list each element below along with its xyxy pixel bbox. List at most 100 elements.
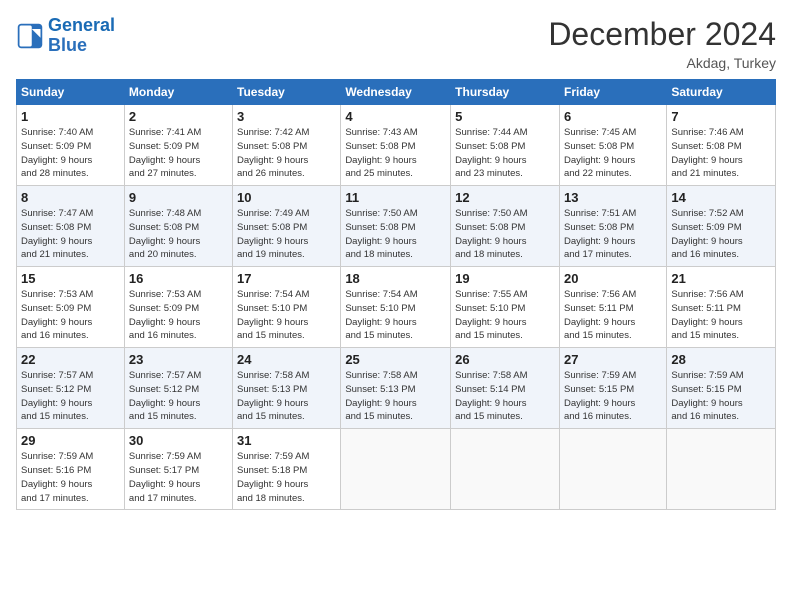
day-info: Sunrise: 7:50 AM Sunset: 5:08 PM Dayligh… xyxy=(455,207,555,262)
calendar-cell: 2Sunrise: 7:41 AM Sunset: 5:09 PM Daylig… xyxy=(124,105,232,186)
day-info: Sunrise: 7:56 AM Sunset: 5:11 PM Dayligh… xyxy=(671,288,771,343)
calendar-cell: 16 Sunrise: 7:53 AM Sunset: 5:09 PM Dayli… xyxy=(124,267,232,348)
calendar-cell: 15 Sunrise: 7:53 AM Sunset: 5:09 PM Dayli… xyxy=(17,267,125,348)
calendar-header-day: Saturday xyxy=(667,80,776,105)
day-info: Sunrise: 7:56 AM Sunset: 5:11 PM Dayligh… xyxy=(564,288,662,343)
day-number: 15 xyxy=(21,271,120,286)
calendar-cell xyxy=(341,429,451,510)
calendar-week-row: 1Sunrise: 7:40 AM Sunset: 5:09 PM Daylig… xyxy=(17,105,776,186)
calendar-cell: 9 Sunrise: 7:48 AM Sunset: 5:08 PM Daylig… xyxy=(124,186,232,267)
calendar-cell: 4 Sunrise: 7:43 AM Sunset: 5:08 PM Daylig… xyxy=(341,105,451,186)
calendar-week-row: 8 Sunrise: 7:47 AM Sunset: 5:08 PM Daylig… xyxy=(17,186,776,267)
day-number: 7 xyxy=(671,109,771,124)
day-number: 29 xyxy=(21,433,120,448)
day-info: Sunrise: 7:42 AM Sunset: 5:08 PM Dayligh… xyxy=(237,126,336,181)
day-number: 27 xyxy=(564,352,662,367)
calendar-cell: 1Sunrise: 7:40 AM Sunset: 5:09 PM Daylig… xyxy=(17,105,125,186)
calendar-week-row: 15 Sunrise: 7:53 AM Sunset: 5:09 PM Dayli… xyxy=(17,267,776,348)
calendar-header-row: SundayMondayTuesdayWednesdayThursdayFrid… xyxy=(17,80,776,105)
day-info: Sunrise: 7:49 AM Sunset: 5:08 PM Dayligh… xyxy=(237,207,336,262)
day-info: Sunrise: 7:59 AM Sunset: 5:17 PM Dayligh… xyxy=(129,450,228,505)
day-number: 26 xyxy=(455,352,555,367)
day-number: 16 xyxy=(129,271,228,286)
day-number: 31 xyxy=(237,433,336,448)
calendar-cell: 10Sunrise: 7:49 AM Sunset: 5:08 PM Dayli… xyxy=(233,186,341,267)
day-number: 22 xyxy=(21,352,120,367)
calendar-header-day: Wednesday xyxy=(341,80,451,105)
day-info: Sunrise: 7:43 AM Sunset: 5:08 PM Dayligh… xyxy=(345,126,446,181)
calendar-cell: 13Sunrise: 7:51 AM Sunset: 5:08 PM Dayli… xyxy=(559,186,666,267)
day-info: Sunrise: 7:59 AM Sunset: 5:16 PM Dayligh… xyxy=(21,450,120,505)
day-number: 6 xyxy=(564,109,662,124)
calendar-cell: 3 Sunrise: 7:42 AM Sunset: 5:08 PM Daylig… xyxy=(233,105,341,186)
day-number: 11 xyxy=(345,190,446,205)
calendar-header-day: Tuesday xyxy=(233,80,341,105)
calendar-cell: 12 Sunrise: 7:50 AM Sunset: 5:08 PM Dayli… xyxy=(451,186,560,267)
day-info: Sunrise: 7:53 AM Sunset: 5:09 PM Dayligh… xyxy=(21,288,120,343)
calendar-cell: 11 Sunrise: 7:50 AM Sunset: 5:08 PM Dayli… xyxy=(341,186,451,267)
calendar-cell: 27 Sunrise: 7:59 AM Sunset: 5:15 PM Dayli… xyxy=(559,348,666,429)
calendar-cell: 7 Sunrise: 7:46 AM Sunset: 5:08 PM Daylig… xyxy=(667,105,776,186)
calendar-cell: 28Sunrise: 7:59 AM Sunset: 5:15 PM Dayli… xyxy=(667,348,776,429)
calendar-cell: 31 Sunrise: 7:59 AM Sunset: 5:18 PM Dayli… xyxy=(233,429,341,510)
day-info: Sunrise: 7:45 AM Sunset: 5:08 PM Dayligh… xyxy=(564,126,662,181)
calendar-week-row: 29 Sunrise: 7:59 AM Sunset: 5:16 PM Dayli… xyxy=(17,429,776,510)
day-number: 2 xyxy=(129,109,228,124)
logo-line2: Blue xyxy=(48,35,87,55)
day-info: Sunrise: 7:54 AM Sunset: 5:10 PM Dayligh… xyxy=(345,288,446,343)
day-info: Sunrise: 7:54 AM Sunset: 5:10 PM Dayligh… xyxy=(237,288,336,343)
day-number: 12 xyxy=(455,190,555,205)
day-number: 8 xyxy=(21,190,120,205)
day-number: 4 xyxy=(345,109,446,124)
calendar-cell: 25 Sunrise: 7:58 AM Sunset: 5:13 PM Dayli… xyxy=(341,348,451,429)
day-info: Sunrise: 7:58 AM Sunset: 5:13 PM Dayligh… xyxy=(237,369,336,424)
calendar-cell: 22 Sunrise: 7:57 AM Sunset: 5:12 PM Dayli… xyxy=(17,348,125,429)
day-info: Sunrise: 7:44 AM Sunset: 5:08 PM Dayligh… xyxy=(455,126,555,181)
calendar-header-day: Monday xyxy=(124,80,232,105)
day-number: 17 xyxy=(237,271,336,286)
calendar-cell xyxy=(559,429,666,510)
day-number: 3 xyxy=(237,109,336,124)
calendar-cell: 24 Sunrise: 7:58 AM Sunset: 5:13 PM Dayli… xyxy=(233,348,341,429)
day-number: 30 xyxy=(129,433,228,448)
logo: General Blue xyxy=(16,16,115,56)
day-info: Sunrise: 7:53 AM Sunset: 5:09 PM Dayligh… xyxy=(129,288,228,343)
calendar-cell: 18Sunrise: 7:54 AM Sunset: 5:10 PM Dayli… xyxy=(341,267,451,348)
calendar-cell xyxy=(667,429,776,510)
day-number: 25 xyxy=(345,352,446,367)
location-subtitle: Akdag, Turkey xyxy=(548,55,776,71)
day-number: 19 xyxy=(455,271,555,286)
day-info: Sunrise: 7:59 AM Sunset: 5:18 PM Dayligh… xyxy=(237,450,336,505)
calendar-cell: 29 Sunrise: 7:59 AM Sunset: 5:16 PM Dayli… xyxy=(17,429,125,510)
calendar-cell: 26Sunrise: 7:58 AM Sunset: 5:14 PM Dayli… xyxy=(451,348,560,429)
logo-text: General Blue xyxy=(48,16,115,56)
title-block: December 2024 Akdag, Turkey xyxy=(548,16,776,71)
day-info: Sunrise: 7:57 AM Sunset: 5:12 PM Dayligh… xyxy=(21,369,120,424)
calendar-cell: 30 Sunrise: 7:59 AM Sunset: 5:17 PM Dayli… xyxy=(124,429,232,510)
calendar-cell: 14Sunrise: 7:52 AM Sunset: 5:09 PM Dayli… xyxy=(667,186,776,267)
day-number: 9 xyxy=(129,190,228,205)
day-number: 5 xyxy=(455,109,555,124)
calendar-cell: 5 Sunrise: 7:44 AM Sunset: 5:08 PM Daylig… xyxy=(451,105,560,186)
day-number: 20 xyxy=(564,271,662,286)
calendar-week-row: 22 Sunrise: 7:57 AM Sunset: 5:12 PM Dayli… xyxy=(17,348,776,429)
calendar-cell xyxy=(451,429,560,510)
calendar-cell: 19Sunrise: 7:55 AM Sunset: 5:10 PM Dayli… xyxy=(451,267,560,348)
day-info: Sunrise: 7:50 AM Sunset: 5:08 PM Dayligh… xyxy=(345,207,446,262)
calendar-cell: 21 Sunrise: 7:56 AM Sunset: 5:11 PM Dayli… xyxy=(667,267,776,348)
day-number: 24 xyxy=(237,352,336,367)
calendar-body: 1Sunrise: 7:40 AM Sunset: 5:09 PM Daylig… xyxy=(17,105,776,510)
day-info: Sunrise: 7:59 AM Sunset: 5:15 PM Dayligh… xyxy=(564,369,662,424)
day-number: 28 xyxy=(671,352,771,367)
day-info: Sunrise: 7:47 AM Sunset: 5:08 PM Dayligh… xyxy=(21,207,120,262)
calendar-cell: 23 Sunrise: 7:57 AM Sunset: 5:12 PM Dayli… xyxy=(124,348,232,429)
day-info: Sunrise: 7:57 AM Sunset: 5:12 PM Dayligh… xyxy=(129,369,228,424)
day-number: 21 xyxy=(671,271,771,286)
calendar-cell: 20 Sunrise: 7:56 AM Sunset: 5:11 PM Dayli… xyxy=(559,267,666,348)
logo-icon xyxy=(16,22,44,50)
day-number: 23 xyxy=(129,352,228,367)
day-info: Sunrise: 7:46 AM Sunset: 5:08 PM Dayligh… xyxy=(671,126,771,181)
logo-line1: General xyxy=(48,15,115,35)
day-info: Sunrise: 7:58 AM Sunset: 5:13 PM Dayligh… xyxy=(345,369,446,424)
day-info: Sunrise: 7:48 AM Sunset: 5:08 PM Dayligh… xyxy=(129,207,228,262)
